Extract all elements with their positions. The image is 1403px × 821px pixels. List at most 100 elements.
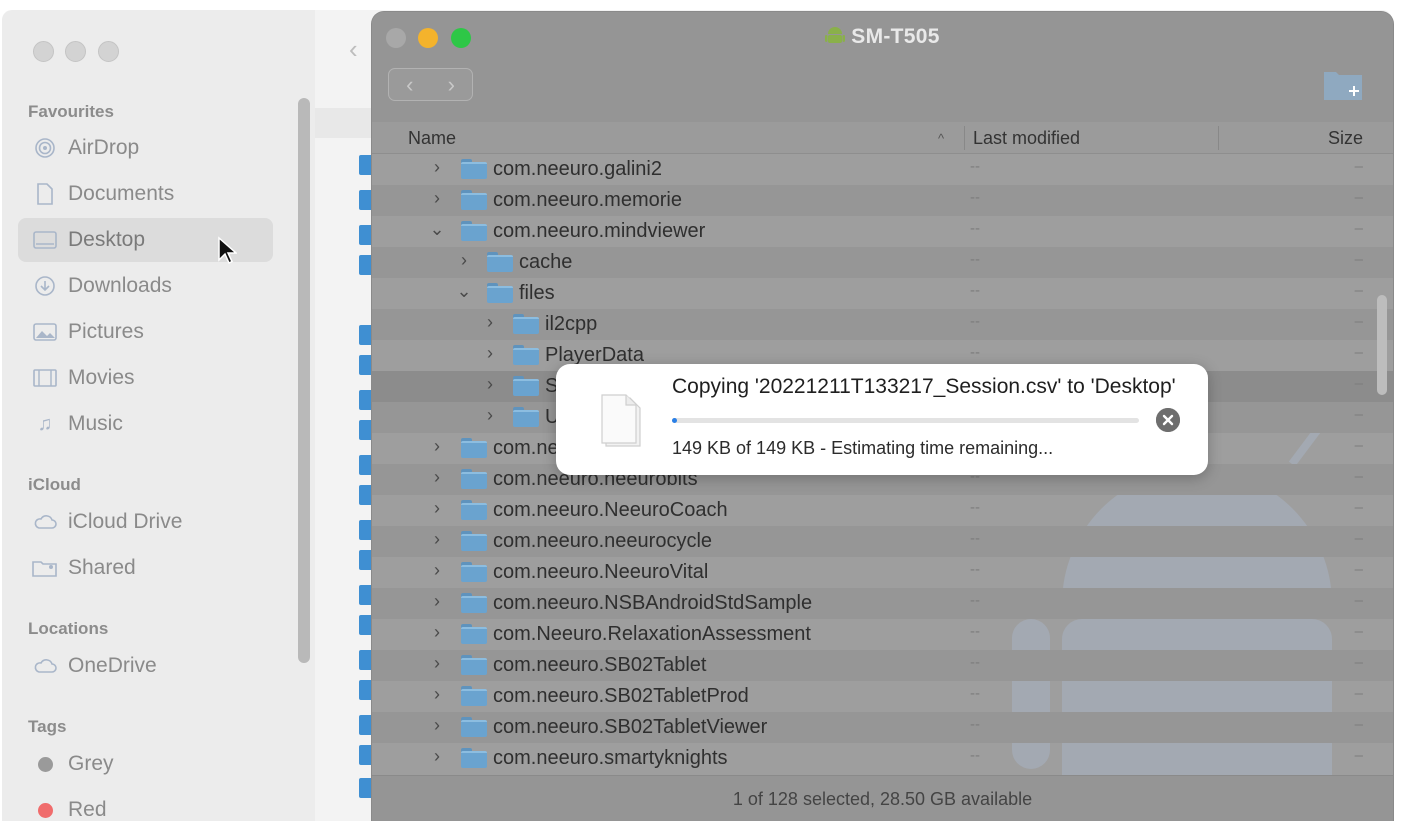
list-item[interactable]: › il2cpp -- – (372, 309, 1393, 340)
sidebar-item-pictures[interactable]: Pictures (18, 310, 273, 354)
file-icon (359, 550, 373, 570)
file-icon (359, 390, 373, 410)
sidebar-item-label: Red (68, 798, 107, 821)
size-value: – (1354, 561, 1363, 578)
chevron-right-icon[interactable]: › (455, 250, 473, 271)
sidebar-section-tags: Tags (28, 717, 67, 736)
sidebar-item-downloads[interactable]: Downloads (18, 264, 273, 308)
chevron-right-icon[interactable]: › (428, 467, 446, 488)
chevron-down-icon[interactable]: ⌄ (428, 219, 446, 240)
close-icon (1156, 408, 1180, 432)
column-size[interactable]: Size (1328, 128, 1363, 149)
zoom-button[interactable] (98, 41, 119, 62)
window-title-text: SM-T505 (851, 25, 940, 48)
chevron-right-icon[interactable]: › (428, 529, 446, 550)
size-value: – (1354, 375, 1363, 392)
file-icon (359, 325, 373, 345)
chevron-down-icon[interactable]: ⌄ (455, 281, 473, 302)
list-item[interactable]: › com.neeuro.SB02Tablet -- – (372, 650, 1393, 681)
size-value: – (1354, 344, 1363, 361)
file-name: com.neeuro.mindviewer (493, 220, 706, 242)
minimize-button[interactable] (65, 41, 86, 62)
size-value: – (1354, 220, 1363, 237)
back-icon[interactable]: ‹ (389, 69, 431, 100)
music-icon: ♫ (37, 412, 53, 435)
chevron-right-icon[interactable]: › (428, 498, 446, 519)
chevron-right-icon[interactable]: › (428, 653, 446, 674)
cancel-copy-button[interactable] (1156, 408, 1180, 432)
document-icon (600, 394, 646, 448)
list-item[interactable]: › com.neeuro.SB02TabletProd -- – (372, 681, 1393, 712)
sidebar-item-airdrop[interactable]: AirDrop (18, 126, 273, 170)
folder-icon (487, 283, 513, 303)
sidebar-item-icloud-drive[interactable]: iCloud Drive (18, 500, 273, 544)
list-item[interactable]: › com.Neeuro.RelaxationAssessment -- – (372, 619, 1393, 650)
list-item[interactable]: › com.neeuro.NeeuroCoach -- – (372, 495, 1393, 526)
sidebar-item-onedrive[interactable]: OneDrive (18, 644, 273, 688)
file-name: com.Neeuro.RelaxationAssessment (493, 623, 811, 645)
sidebar-tag-grey[interactable]: Grey (18, 742, 273, 786)
chevron-right-icon[interactable]: › (481, 343, 499, 364)
list-item[interactable]: › com.neeuro.neeurocycle -- – (372, 526, 1393, 557)
chevron-right-icon[interactable]: › (428, 746, 446, 767)
list-item[interactable]: › com.neeuro.SB02TabletViewer -- – (372, 712, 1393, 743)
file-icon (359, 255, 373, 275)
sidebar-section-favourites: Favourites (28, 102, 114, 121)
chevron-right-icon[interactable]: › (428, 684, 446, 705)
sidebar-item-music[interactable]: ♫ Music (18, 402, 273, 446)
sidebar-item-label: Desktop (68, 228, 146, 251)
sidebar-item-shared[interactable]: Shared (18, 546, 273, 590)
chevron-right-icon[interactable]: › (428, 622, 446, 643)
sidebar-section-locations: Locations (28, 619, 109, 638)
file-name: com.neeuro.memorie (493, 189, 682, 211)
sidebar-scrollbar[interactable] (298, 98, 310, 663)
size-value: – (1354, 158, 1363, 175)
back-icon[interactable]: ‹ (349, 34, 358, 65)
android-icon (825, 24, 846, 52)
close-button[interactable] (33, 41, 54, 62)
modified-value: -- (970, 189, 980, 206)
sidebar-item-documents[interactable]: Documents (18, 172, 273, 216)
column-modified[interactable]: Last modified (973, 128, 1080, 149)
list-item[interactable]: › com.neeuro.NeeuroVital -- – (372, 557, 1393, 588)
modified-value: -- (970, 747, 980, 764)
file-icon (359, 680, 373, 700)
chevron-right-icon[interactable]: › (428, 715, 446, 736)
column-name[interactable]: Name (408, 128, 456, 149)
cloud-icon (32, 653, 58, 679)
size-value: – (1354, 189, 1363, 206)
file-name: com.neeuro.smartyknights (493, 747, 728, 769)
chevron-right-icon[interactable]: › (428, 591, 446, 612)
sidebar-item-label: Pictures (68, 320, 144, 343)
list-item[interactable]: › com.neeuro.smartyknights -- – (372, 743, 1393, 774)
sidebar-tag-red[interactable]: Red (18, 788, 273, 821)
file-name: files (519, 282, 555, 304)
chevron-right-icon[interactable]: › (481, 374, 499, 395)
list-item[interactable]: › com.neeuro.galini2 -- – (372, 154, 1393, 185)
chevron-right-icon[interactable]: › (428, 436, 446, 457)
list-item[interactable]: › cache -- – (372, 247, 1393, 278)
folder-icon (513, 345, 539, 365)
cloud-icon (32, 509, 58, 535)
size-value: – (1354, 530, 1363, 547)
new-folder-icon[interactable] (1323, 69, 1363, 101)
chevron-right-icon[interactable]: › (428, 560, 446, 581)
aft-scrollbar[interactable] (1377, 295, 1387, 395)
folder-icon (461, 531, 487, 551)
chevron-right-icon[interactable]: › (428, 188, 446, 209)
list-item[interactable]: ⌄ com.neeuro.mindviewer -- – (372, 216, 1393, 247)
sidebar-item-label: Music (68, 412, 123, 435)
forward-icon[interactable]: › (431, 69, 473, 100)
sidebar-item-movies[interactable]: Movies (18, 356, 273, 400)
size-value: – (1354, 406, 1363, 423)
chevron-right-icon[interactable]: › (481, 405, 499, 426)
sidebar-item-label: AirDrop (68, 136, 140, 159)
file-name: com.neeuro.SB02TabletProd (493, 685, 749, 707)
chevron-right-icon[interactable]: › (428, 157, 446, 178)
chevron-right-icon[interactable]: › (481, 312, 499, 333)
nav-buttons: ‹ › (388, 68, 473, 101)
list-item[interactable]: ⌄ files -- – (372, 278, 1393, 309)
list-item[interactable]: › com.neeuro.NSBAndroidStdSample -- – (372, 588, 1393, 619)
size-value: – (1354, 716, 1363, 733)
list-item[interactable]: › com.neeuro.memorie -- – (372, 185, 1393, 216)
